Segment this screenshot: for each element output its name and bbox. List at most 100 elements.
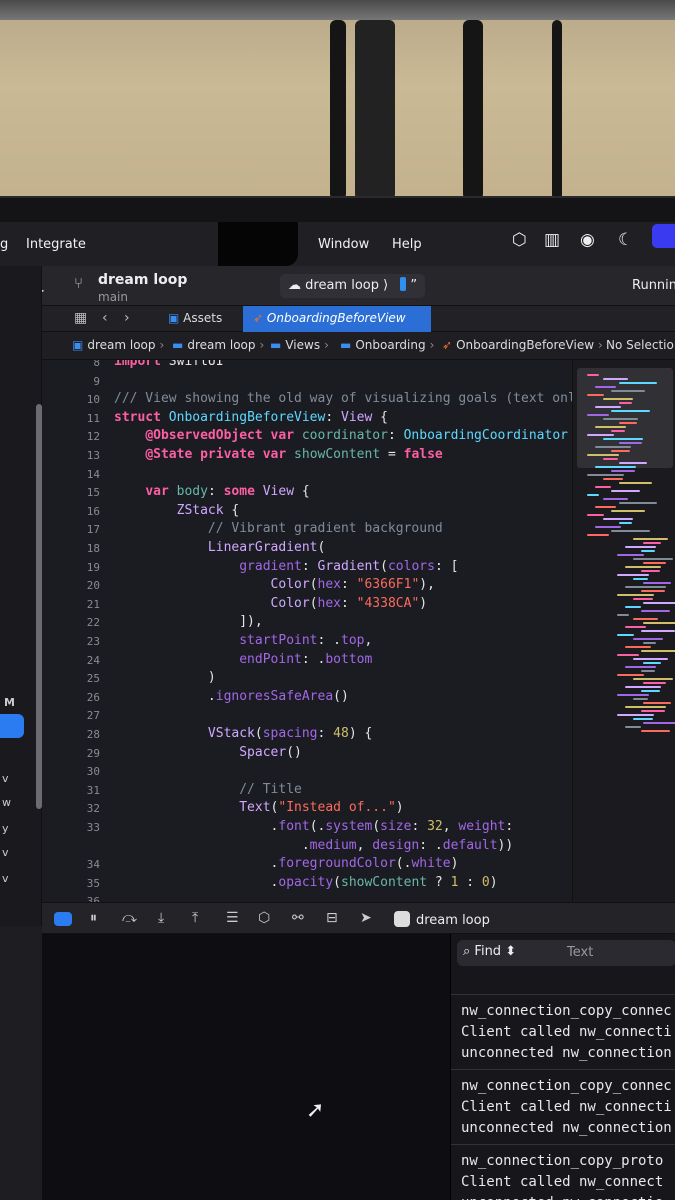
chevron-left-icon[interactable]: ‹ bbox=[102, 310, 108, 326]
variables-view[interactable]: ➚ bbox=[42, 934, 450, 1200]
chart-icon[interactable]: ▥ bbox=[544, 230, 560, 250]
location-icon[interactable]: ➤ bbox=[360, 910, 372, 926]
code-line[interactable]: 29 Spacer() bbox=[42, 745, 572, 763]
code-line[interactable]: 30 bbox=[42, 763, 572, 781]
control-center-icon[interactable] bbox=[652, 224, 675, 248]
code-line[interactable]: 32 Text("Instead of...") bbox=[42, 800, 572, 818]
selected-file[interactable] bbox=[0, 714, 24, 738]
log-line: Client called nw_connecti bbox=[461, 1024, 672, 1040]
log-entry[interactable]: nw_connection_copy_connec Client called n… bbox=[451, 1069, 675, 1136]
nav-item[interactable]: v bbox=[2, 772, 9, 785]
code-line[interactable]: 16 ZStack { bbox=[42, 503, 572, 521]
minimap-line bbox=[611, 410, 650, 412]
code-line[interactable]: 36 bbox=[42, 893, 572, 902]
code-line[interactable]: 13 @State private var showContent = fals… bbox=[42, 447, 572, 465]
menu-item[interactable]: g bbox=[0, 237, 8, 252]
code-line[interactable]: 10 /// View showing the old way of visual… bbox=[42, 391, 572, 409]
menu-bar: g Integrate Window Help ⬡ ▥ ◉ ☾ bbox=[0, 222, 675, 266]
log-entry[interactable]: nw_connection_copy_proto Client called nw… bbox=[451, 1144, 675, 1200]
code-line[interactable]: 35 .opacity(showContent ? 1 : 0) bbox=[42, 875, 572, 893]
console[interactable]: ⌕ Find ⬍ Text nw_connection_copy_connec C… bbox=[450, 934, 675, 1200]
line-number: 27 bbox=[86, 709, 100, 723]
code-line[interactable]: 14 bbox=[42, 466, 572, 484]
code-line[interactable]: 34 .foregroundColor(.white) bbox=[42, 856, 572, 874]
code-line[interactable]: 26 .ignoresSafeArea() bbox=[42, 689, 572, 707]
toggle-icon[interactable]: ⊟ bbox=[326, 910, 338, 926]
menu-item-integrate[interactable]: Integrate bbox=[26, 237, 86, 252]
tab-onboarding-before-view[interactable]: ➶ OnboardingBeforeView bbox=[243, 306, 431, 332]
grid-icon[interactable]: ▦ bbox=[74, 310, 87, 326]
code-line[interactable]: 23 startPoint: .top, bbox=[42, 633, 572, 651]
minimap-line bbox=[611, 450, 630, 452]
nav-item[interactable]: w bbox=[2, 796, 11, 809]
code-line[interactable]: 8 import SwiftUI bbox=[42, 360, 572, 372]
line-number: 21 bbox=[86, 597, 100, 611]
app-icon: ▣ bbox=[72, 338, 84, 352]
code-line[interactable]: 19 gradient: Gradient(colors: [ bbox=[42, 559, 572, 577]
line-number: 29 bbox=[86, 746, 100, 760]
code-text: LinearGradient( bbox=[207, 540, 326, 555]
minimap-line bbox=[603, 518, 633, 520]
line-number: 16 bbox=[86, 504, 100, 518]
code-editor[interactable]: 8 import SwiftUI 9 10 /// View showing the o… bbox=[42, 360, 572, 902]
chevron-right-icon[interactable]: › bbox=[124, 310, 130, 326]
code-line[interactable]: 28 VStack(spacing: 48) { bbox=[42, 726, 572, 744]
environment-icon[interactable]: ⚯ bbox=[292, 910, 304, 926]
code-line[interactable]: 31 // Title bbox=[42, 782, 572, 800]
minimap-line bbox=[643, 682, 666, 684]
process-selector[interactable]: dream loop bbox=[394, 911, 490, 928]
breadcrumb-item[interactable]: ▬ Views › bbox=[270, 338, 329, 352]
minimap-line bbox=[633, 598, 653, 600]
code-line[interactable]: .medium, design: .default)) bbox=[42, 838, 572, 856]
code-line[interactable]: 17 // Vibrant gradient background bbox=[42, 521, 572, 539]
cube-icon[interactable]: ⬡ bbox=[512, 230, 527, 250]
step-into-icon[interactable]: ⤓ bbox=[158, 910, 164, 926]
code-line[interactable]: 15 var body: some View { bbox=[42, 484, 572, 502]
memory-graph-icon[interactable]: ⬡ bbox=[258, 910, 270, 926]
minimap-line bbox=[595, 426, 626, 428]
branch-icon: ⑂ bbox=[74, 274, 84, 292]
log-line: unconnected nw_connection bbox=[461, 1120, 672, 1136]
minimap-line bbox=[641, 670, 655, 672]
breadcrumb-item[interactable]: ▣ dream loop › bbox=[72, 338, 164, 352]
project-name[interactable]: dream loop bbox=[98, 272, 187, 288]
find-text-field[interactable]: Text bbox=[567, 945, 593, 960]
breadcrumb-item[interactable]: ➶ OnboardingBeforeView › bbox=[442, 338, 603, 352]
tab-assets[interactable]: ▣ Assets bbox=[158, 306, 232, 332]
code-line[interactable]: 33 .font(.system(size: 32, weight: bbox=[42, 819, 572, 837]
play-circle-icon[interactable]: ◉ bbox=[580, 230, 595, 250]
code-line[interactable]: 11 struct OnboardingBeforeView: View { bbox=[42, 410, 572, 428]
branch-name: main bbox=[98, 290, 128, 304]
breadcrumb-item[interactable]: No Selection bbox=[606, 338, 675, 352]
code-line[interactable]: 22 ]), bbox=[42, 614, 572, 632]
code-line[interactable]: 12 @ObservedObject var coordinator: Onbo… bbox=[42, 428, 572, 446]
code-line[interactable]: 20 Color(hex: "6366F1"), bbox=[42, 577, 572, 595]
code-line[interactable]: 9 bbox=[42, 373, 572, 391]
find-button[interactable]: ⌕ Find ⬍ bbox=[463, 944, 516, 959]
breadcrumb-item[interactable]: ▬ Onboarding › bbox=[340, 338, 434, 352]
log-entry[interactable]: nw_connection_copy_connec Client called n… bbox=[451, 994, 675, 1061]
minimap-line bbox=[617, 614, 629, 616]
nav-item[interactable]: v bbox=[2, 872, 9, 885]
menu-item-window[interactable]: Window bbox=[318, 237, 369, 252]
code-line[interactable]: 27 bbox=[42, 707, 572, 725]
code-line[interactable]: 21 Color(hex: "4338CA") bbox=[42, 596, 572, 614]
code-line[interactable]: 18 LinearGradient( bbox=[42, 540, 572, 558]
code-line[interactable]: 24 endPoint: .bottom bbox=[42, 652, 572, 670]
nav-item[interactable]: v bbox=[2, 846, 9, 859]
menu-item-help[interactable]: Help bbox=[392, 237, 422, 252]
find-icon: ⌕ bbox=[463, 944, 475, 959]
nav-item[interactable]: y bbox=[2, 822, 9, 835]
step-over-icon[interactable]: ⤼ bbox=[122, 910, 137, 926]
moon-icon[interactable]: ☾ bbox=[618, 230, 633, 250]
view-hierarchy-icon[interactable]: ☰ bbox=[226, 910, 239, 926]
minimap-line bbox=[633, 538, 668, 540]
step-out-icon[interactable]: ⤒ bbox=[192, 910, 198, 926]
minimap-line bbox=[603, 498, 628, 500]
pause-icon[interactable]: ⏸ bbox=[90, 910, 97, 926]
code-line[interactable]: 25 ) bbox=[42, 670, 572, 688]
scheme-selector[interactable]: ☁ dream loop ⟩ ” bbox=[280, 274, 426, 298]
breadcrumb-item[interactable]: ▬ dream loop › bbox=[172, 338, 264, 352]
toggle-console-button[interactable] bbox=[54, 912, 72, 926]
minimap[interactable] bbox=[572, 360, 675, 902]
